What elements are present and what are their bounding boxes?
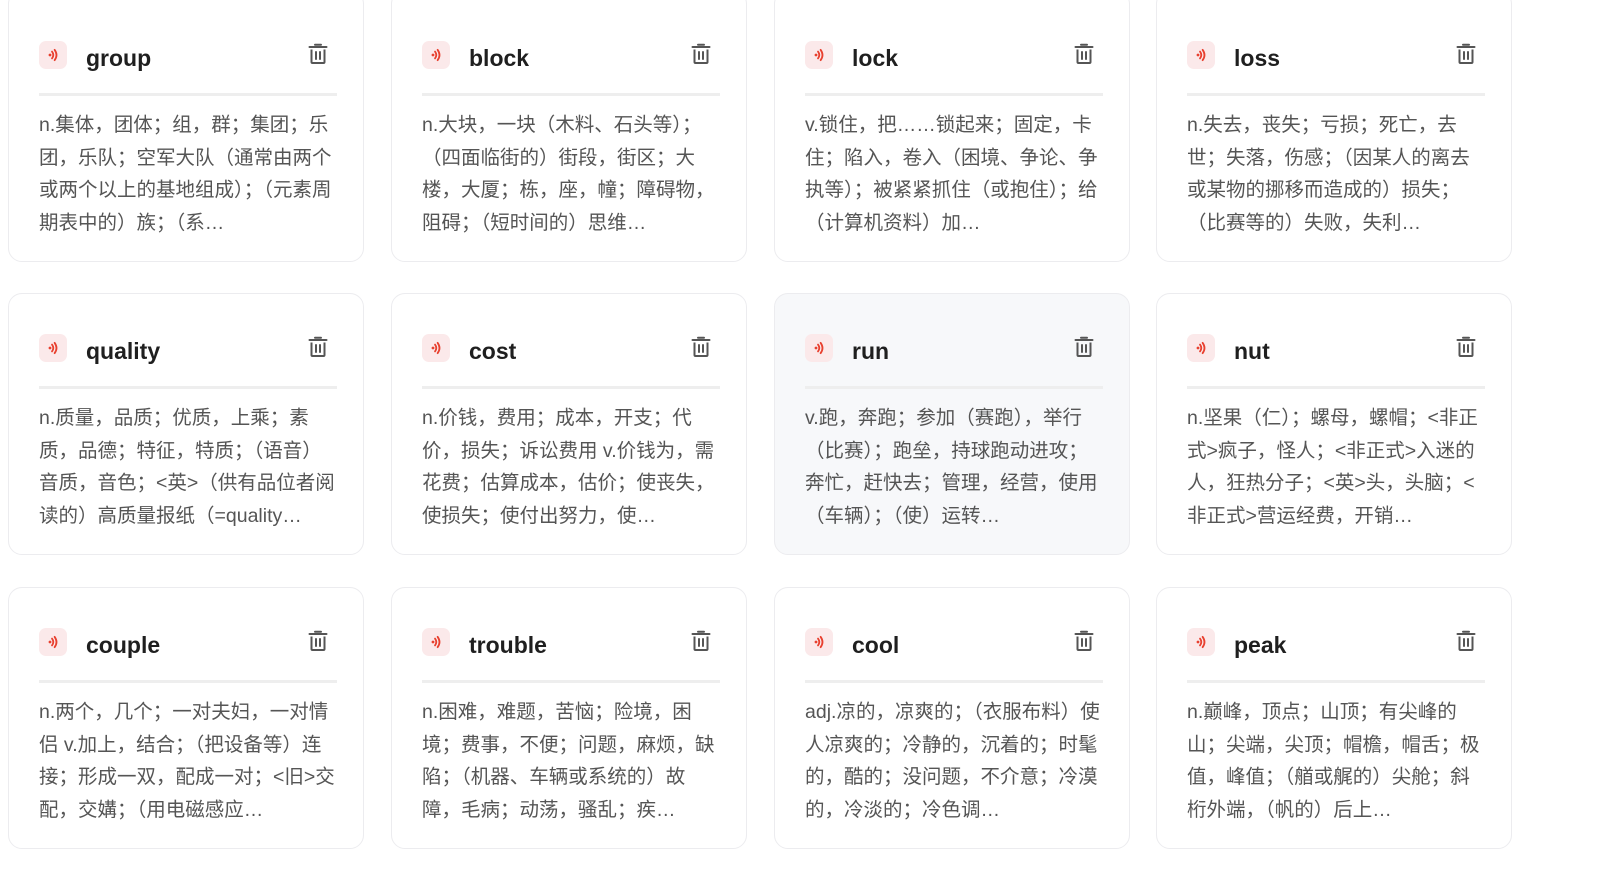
word-card[interactable]: run v.跑，奔跑；参加（赛跑），举行（比赛）；跑垒，持球跑动进攻；奔忙，赶快去…	[774, 293, 1130, 555]
word-title: trouble	[469, 632, 547, 658]
word-definition: adj.凉的，凉爽的；（衣服布料）使人凉爽的；冷静的，沉着的；时髦的，酷的；没问…	[805, 701, 1100, 821]
play-sound-button[interactable]	[422, 628, 450, 656]
card-divider	[1187, 680, 1485, 683]
word-definition: v.跑，奔跑；参加（赛跑），举行（比赛）；跑垒，持球跑动进攻；奔忙，赶快去；管理…	[805, 407, 1098, 527]
delete-button[interactable]	[305, 41, 331, 67]
play-sound-button[interactable]	[422, 334, 450, 362]
speaker-sound-icon	[1196, 341, 1206, 355]
play-sound-button[interactable]	[39, 41, 67, 69]
trash-icon	[308, 630, 328, 651]
card-divider	[39, 93, 337, 96]
word-definition: n.失去，丧失；亏损；死亡，去世；失落，伤感；（因某人的离去或某物的挪移而造成的…	[1187, 114, 1470, 234]
card-divider	[422, 93, 720, 96]
trash-icon	[1074, 336, 1094, 357]
play-sound-button[interactable]	[1187, 628, 1215, 656]
card-divider	[805, 386, 1103, 389]
speaker-sound-icon	[1196, 48, 1206, 62]
play-sound-button[interactable]	[39, 628, 67, 656]
play-sound-button[interactable]	[805, 628, 833, 656]
word-title: cool	[852, 632, 900, 658]
word-card-grid: group n.集体，团体；组，群；集团；乐团，乐队；空军大队（通常由两个或两个以…	[0, 0, 1602, 882]
delete-button[interactable]	[1453, 41, 1479, 67]
speaker-sound-icon	[1196, 635, 1206, 649]
word-title: group	[86, 45, 152, 71]
word-card[interactable]: lock v.锁住，把……锁起来；固定，卡住；陷入，卷入（困境、争论、争执等）；被…	[774, 0, 1130, 262]
word-title: nut	[1234, 338, 1270, 364]
word-card[interactable]: group n.集体，团体；组，群；集团；乐团，乐队；空军大队（通常由两个或两个以…	[8, 0, 364, 262]
trash-icon	[308, 336, 328, 357]
delete-button[interactable]	[1071, 41, 1097, 67]
trash-icon	[1074, 630, 1094, 651]
play-sound-button[interactable]	[1187, 41, 1215, 69]
play-sound-button[interactable]	[805, 334, 833, 362]
delete-button[interactable]	[688, 41, 714, 67]
word-card[interactable]: loss n.失去，丧失；亏损；死亡，去世；失落，伤感；（因某人的离去或某物的挪移…	[1156, 0, 1512, 262]
play-sound-button[interactable]	[1187, 334, 1215, 362]
card-divider	[422, 386, 720, 389]
card-divider	[39, 680, 337, 683]
word-definition: v.锁住，把……锁起来；固定，卡住；陷入，卷入（困境、争论、争执等）；被紧紧抓住…	[805, 114, 1098, 234]
trash-icon	[691, 336, 711, 357]
delete-button[interactable]	[1071, 334, 1097, 360]
play-sound-button[interactable]	[39, 334, 67, 362]
word-card[interactable]: peak n.巅峰，顶点；山顶；有尖峰的山；尖端，尖顶；帽檐，帽舌；极值，峰值；（…	[1156, 587, 1512, 849]
card-divider	[805, 93, 1103, 96]
delete-button[interactable]	[1453, 628, 1479, 654]
word-definition: n.集体，团体；组，群；集团；乐团，乐队；空军大队（通常由两个或两个以上的基地组…	[39, 114, 332, 234]
word-card[interactable]: quality n.质量，品质；优质，上乘；素质，品德；特征，特质；（语音）音质，…	[8, 293, 364, 555]
word-title: block	[469, 45, 530, 71]
trash-icon	[691, 43, 711, 64]
speaker-sound-icon	[431, 48, 441, 62]
card-divider	[39, 386, 337, 389]
word-card[interactable]: trouble n.困难，难题，苦恼；险境，困境；费事，不便；问题，麻烦，缺陷；（…	[391, 587, 747, 849]
speaker-sound-icon	[814, 341, 824, 355]
word-card[interactable]: block n.大块，一块（木料、石头等）；（四面临街的）街段，街区；大楼，大厦；…	[391, 0, 747, 262]
delete-button[interactable]	[305, 628, 331, 654]
word-definition: n.坚果（仁）；螺母，螺帽；<非正式>疯子，怪人；<非正式>入迷的人，狂热分子；…	[1187, 407, 1478, 527]
word-definition: n.两个，几个；一对夫妇，一对情侣 v.加上，结合；（把设备等）连接；形成一双，…	[39, 701, 335, 821]
trash-icon	[1456, 336, 1476, 357]
word-title: cost	[469, 338, 517, 364]
speaker-sound-icon	[814, 635, 824, 649]
word-title: lock	[852, 45, 899, 71]
word-title: run	[852, 338, 890, 364]
speaker-sound-icon	[431, 635, 441, 649]
word-card[interactable]: cost n.价钱，费用；成本，开支；代价，损失；诉讼费用 v.价钱为，需花费；估…	[391, 293, 747, 555]
word-card[interactable]: nut n.坚果（仁）；螺母，螺帽；<非正式>疯子，怪人；<非正式>入迷的人，狂热…	[1156, 293, 1512, 555]
speaker-sound-icon	[48, 635, 58, 649]
trash-icon	[1074, 43, 1094, 64]
card-divider	[1187, 386, 1485, 389]
card-divider	[422, 680, 720, 683]
delete-button[interactable]	[688, 628, 714, 654]
word-card[interactable]: cool adj.凉的，凉爽的；（衣服布料）使人凉爽的；冷静的，沉着的；时髦的，酷…	[774, 587, 1130, 849]
speaker-sound-icon	[48, 341, 58, 355]
speaker-sound-icon	[48, 48, 58, 62]
word-title: loss	[1234, 45, 1281, 71]
word-definition: n.巅峰，顶点；山顶；有尖峰的山；尖端，尖顶；帽檐，帽舌；极值，峰值；（艏或艉的…	[1187, 701, 1480, 821]
delete-button[interactable]	[1071, 628, 1097, 654]
speaker-sound-icon	[431, 341, 441, 355]
delete-button[interactable]	[688, 334, 714, 360]
speaker-sound-icon	[814, 48, 824, 62]
delete-button[interactable]	[305, 334, 331, 360]
word-definition: n.质量，品质；优质，上乘；素质，品德；特征，特质；（语音）音质，音色；<英>（…	[39, 407, 335, 527]
delete-button[interactable]	[1453, 334, 1479, 360]
word-definition: n.困难，难题，苦恼；险境，困境；费事，不便；问题，麻烦，缺陷；（机器、车辆或系…	[422, 701, 715, 821]
play-sound-button[interactable]	[805, 41, 833, 69]
trash-icon	[1456, 43, 1476, 64]
word-definition: n.价钱，费用；成本，开支；代价，损失；诉讼费用 v.价钱为，需花费；估算成本，…	[422, 407, 715, 527]
trash-icon	[308, 43, 328, 64]
word-card[interactable]: couple n.两个，几个；一对夫妇，一对情侣 v.加上，结合；（把设备等）连接…	[8, 587, 364, 849]
trash-icon	[691, 630, 711, 651]
word-title: couple	[86, 632, 161, 658]
play-sound-button[interactable]	[422, 41, 450, 69]
word-title: peak	[1234, 632, 1287, 658]
word-definition: n.大块，一块（木料、石头等）；（四面临街的）街段，街区；大楼，大厦；栋，座，幢…	[422, 114, 715, 234]
card-divider	[1187, 93, 1485, 96]
card-divider	[805, 680, 1103, 683]
trash-icon	[1456, 630, 1476, 651]
word-title: quality	[86, 338, 161, 364]
